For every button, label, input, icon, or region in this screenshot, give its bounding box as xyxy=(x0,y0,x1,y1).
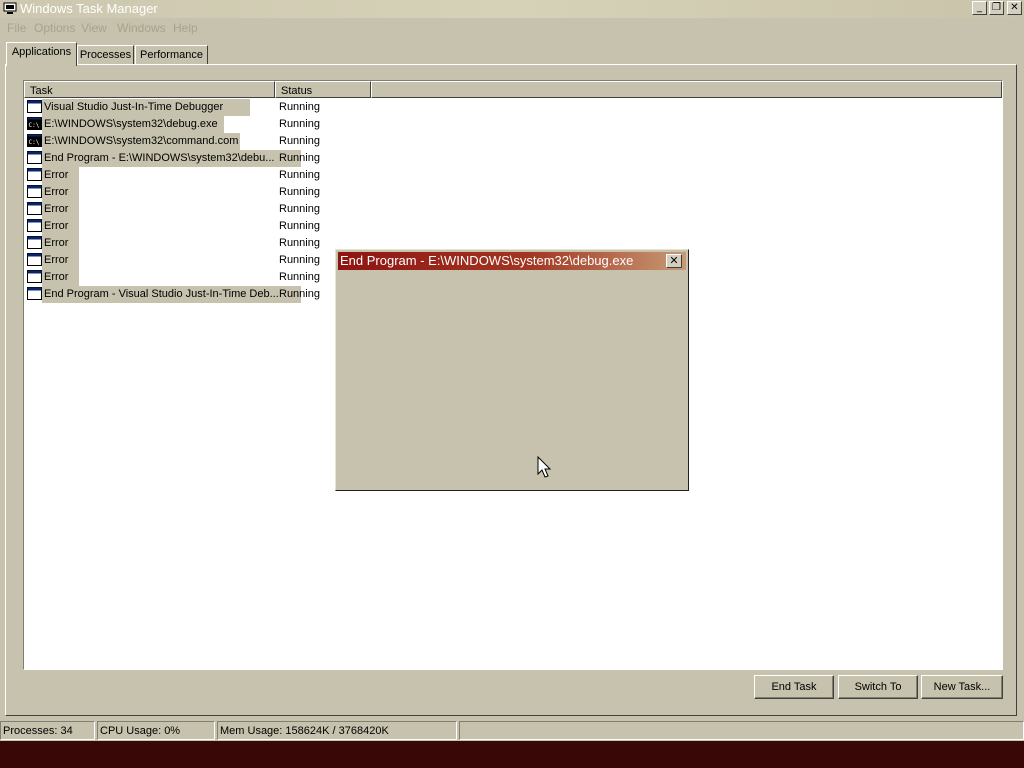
status-empty xyxy=(459,721,1024,740)
task-name: Error xyxy=(42,235,79,252)
window-icon xyxy=(27,151,42,164)
window-icon xyxy=(27,287,42,300)
menu-windows[interactable]: Windows xyxy=(117,21,166,35)
table-row[interactable]: C:\ E:\WINDOWS\system32\command.com Runnin… xyxy=(24,133,1002,150)
status-bar: Processes: 34 CPU Usage: 0% Mem Usage: 1… xyxy=(0,721,1024,741)
column-header-task[interactable]: Task xyxy=(24,81,275,98)
svg-text:C:\: C:\ xyxy=(29,139,40,146)
list-header: Task Status xyxy=(24,81,1002,98)
task-status: Running xyxy=(279,254,320,266)
menu-bar: File Options View Windows Help xyxy=(0,19,1024,37)
tab-performance[interactable]: Performance xyxy=(135,45,208,65)
dialog-title-bar[interactable]: End Program - E:\WINDOWS\system32\debug.… xyxy=(338,252,686,270)
window-icon xyxy=(27,100,42,113)
task-status: Running xyxy=(279,169,320,181)
menu-view[interactable]: View xyxy=(81,21,107,35)
status-cpu: CPU Usage: 0% xyxy=(97,721,215,740)
task-name: Error xyxy=(42,201,79,218)
new-task-button[interactable]: New Task... xyxy=(921,675,1003,699)
task-status: Running xyxy=(279,118,320,130)
table-row[interactable]: Error Running xyxy=(24,184,1002,201)
tab-applications[interactable]: Applications xyxy=(6,42,77,66)
window-icon xyxy=(27,236,42,249)
task-name: End Program - Visual Studio Just-In-Time… xyxy=(42,286,301,303)
table-row[interactable]: Error Running xyxy=(24,218,1002,235)
task-status: Running xyxy=(279,203,320,215)
tab-processes[interactable]: Processes xyxy=(77,45,134,65)
task-status: Running xyxy=(279,237,320,249)
task-status: Running xyxy=(279,135,320,147)
task-status: Running xyxy=(279,288,320,300)
menu-help[interactable]: Help xyxy=(173,21,198,35)
task-name: Error xyxy=(42,184,79,201)
table-row[interactable]: Error Running xyxy=(24,201,1002,218)
status-mem: Mem Usage: 158624K / 3768420K xyxy=(217,721,457,740)
task-status: Running xyxy=(279,152,320,164)
task-name: Visual Studio Just-In-Time Debugger xyxy=(42,99,250,116)
dialog-close-button[interactable]: ✕ xyxy=(666,254,682,268)
status-processes: Processes: 34 xyxy=(0,721,95,740)
svg-text:C:\: C:\ xyxy=(29,122,40,129)
restore-button[interactable]: ❐ xyxy=(989,1,1004,15)
close-button[interactable]: ✕ xyxy=(1007,1,1022,15)
task-status: Running xyxy=(279,101,320,113)
task-name: E:\WINDOWS\system32\debug.exe xyxy=(42,116,224,133)
console-icon: C:\ xyxy=(27,117,42,130)
window-icon xyxy=(27,185,42,198)
mouse-cursor-icon xyxy=(537,456,552,478)
task-manager-icon xyxy=(3,2,17,14)
task-name: Error xyxy=(42,269,79,286)
taskbar xyxy=(0,741,1024,768)
task-status: Running xyxy=(279,186,320,198)
task-name: Error xyxy=(42,167,79,184)
window-icon xyxy=(27,270,42,283)
column-header-status[interactable]: Status xyxy=(275,81,371,98)
task-name: E:\WINDOWS\system32\command.com xyxy=(42,133,240,150)
task-status: Running xyxy=(279,271,320,283)
end-program-dialog: End Program - E:\WINDOWS\system32\debug.… xyxy=(335,249,689,491)
window-icon xyxy=(27,202,42,215)
switch-to-button[interactable]: Switch To xyxy=(838,675,918,699)
window-icon xyxy=(27,219,42,232)
dialog-title: End Program - E:\WINDOWS\system32\debug.… xyxy=(340,253,634,268)
menu-file[interactable]: File xyxy=(7,21,26,35)
table-row[interactable]: Visual Studio Just-In-Time Debugger Runni… xyxy=(24,99,1002,116)
end-task-button[interactable]: End Task xyxy=(754,675,834,699)
window-icon xyxy=(27,253,42,266)
table-row[interactable]: End Program - E:\WINDOWS\system32\debu..… xyxy=(24,150,1002,167)
task-name: Error xyxy=(42,218,79,235)
title-bar: Windows Task Manager _ ❐ ✕ xyxy=(0,0,1024,18)
task-status: Running xyxy=(279,220,320,232)
window-icon xyxy=(27,168,42,181)
table-row[interactable]: C:\ E:\WINDOWS\system32\debug.exe Running xyxy=(24,116,1002,133)
console-icon: C:\ xyxy=(27,134,42,147)
column-header-filler xyxy=(371,81,1002,98)
minimize-button[interactable]: _ xyxy=(972,1,987,15)
task-name: Error xyxy=(42,252,79,269)
table-row[interactable]: Error Running xyxy=(24,167,1002,184)
menu-options[interactable]: Options xyxy=(34,21,75,35)
window-title: Windows Task Manager xyxy=(20,1,158,16)
task-name: End Program - E:\WINDOWS\system32\debu..… xyxy=(42,150,301,167)
